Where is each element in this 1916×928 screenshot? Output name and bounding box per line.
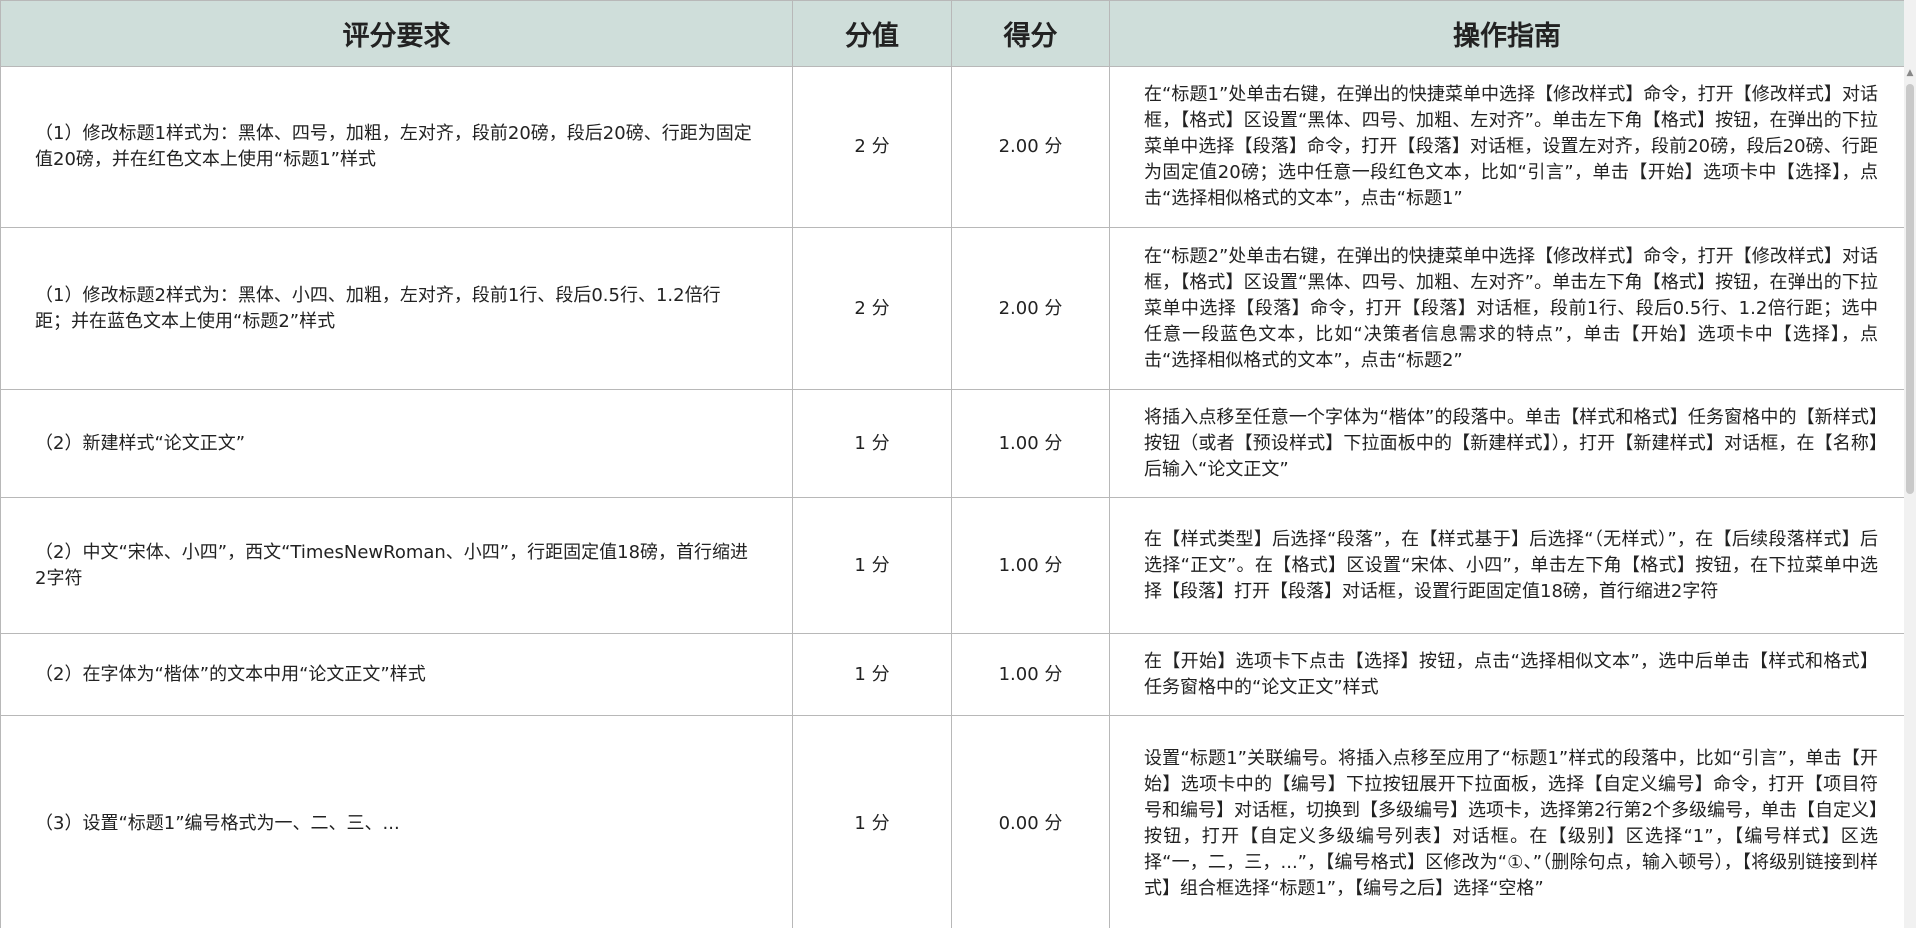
table-row: （2）中文“宋体、小四”，西文“TimesNewRoman、小四”，行距固定值1… [0, 497, 1905, 634]
scroll-up-arrow-icon[interactable]: ▲ [1904, 66, 1916, 80]
requirement-cell: （2）在字体为“楷体”的文本中用“论文正文”样式 [0, 633, 793, 716]
requirement-cell: （3）设置“标题1”编号格式为一、二、三、... [0, 715, 793, 928]
table-row: （3）设置“标题1”编号格式为一、二、三、... 1 分 0.00 分 设置“标… [0, 715, 1905, 928]
guide-cell: 在【开始】选项卡下点击【选择】按钮，点击“选择相似文本”，选中后单击【样式和格式… [1109, 633, 1905, 716]
table-row: （1）修改标题2样式为：黑体、小四、加粗，左对齐，段前1行、段后0.5行、1.2… [0, 227, 1905, 390]
vertical-scrollbar[interactable]: ▲ [1904, 0, 1916, 928]
obtained-score-cell: 0.00 分 [951, 715, 1110, 928]
requirement-cell: （2）中文“宋体、小四”，西文“TimesNewRoman、小四”，行距固定值1… [0, 497, 793, 634]
requirement-cell: （1）修改标题1样式为：黑体、四号，加粗，左对齐，段前20磅，段后20磅、行距为… [0, 66, 793, 228]
obtained-score-cell: 2.00 分 [951, 227, 1110, 390]
grading-table: 评分要求 分值 得分 操作指南 （1）修改标题1样式为：黑体、四号，加粗，左对齐… [0, 0, 1905, 928]
table-row: （2）在字体为“楷体”的文本中用“论文正文”样式 1 分 1.00 分 在【开始… [0, 633, 1905, 716]
header-guide: 操作指南 [1109, 0, 1905, 67]
guide-cell: 设置“标题1”关联编号。将插入点移至应用了“标题1”样式的段落中，比如“引言”，… [1109, 715, 1905, 928]
guide-cell: 在【样式类型】后选择“段落”，在【样式基于】后选择“（无样式）”，在【后续段落样… [1109, 497, 1905, 634]
obtained-score-cell: 2.00 分 [951, 66, 1110, 228]
score-cell: 1 分 [792, 497, 952, 634]
score-cell: 1 分 [792, 633, 952, 716]
obtained-score-cell: 1.00 分 [951, 633, 1110, 716]
obtained-score-cell: 1.00 分 [951, 497, 1110, 634]
table-row: （2）新建样式“论文正文” 1 分 1.00 分 将插入点移至任意一个字体为“楷… [0, 389, 1905, 498]
score-cell: 1 分 [792, 389, 952, 498]
score-cell: 2 分 [792, 66, 952, 228]
header-score: 分值 [792, 0, 952, 67]
score-cell: 2 分 [792, 227, 952, 390]
score-cell: 1 分 [792, 715, 952, 928]
obtained-score-cell: 1.00 分 [951, 389, 1110, 498]
guide-cell: 在“标题2”处单击右键，在弹出的快捷菜单中选择【修改样式】命令，打开【修改样式】… [1109, 227, 1905, 390]
table-header-row: 评分要求 分值 得分 操作指南 [0, 0, 1905, 67]
scrollbar-thumb[interactable] [1906, 84, 1914, 494]
guide-cell: 将插入点移至任意一个字体为“楷体”的段落中。单击【样式和格式】任务窗格中的【新样… [1109, 389, 1905, 498]
requirement-cell: （2）新建样式“论文正文” [0, 389, 793, 498]
guide-cell: 在“标题1”处单击右键，在弹出的快捷菜单中选择【修改样式】命令，打开【修改样式】… [1109, 66, 1905, 228]
requirement-cell: （1）修改标题2样式为：黑体、小四、加粗，左对齐，段前1行、段后0.5行、1.2… [0, 227, 793, 390]
table-row: （1）修改标题1样式为：黑体、四号，加粗，左对齐，段前20磅，段后20磅、行距为… [0, 66, 1905, 228]
grading-viewport: 评分要求 分值 得分 操作指南 （1）修改标题1样式为：黑体、四号，加粗，左对齐… [0, 0, 1916, 928]
header-requirement: 评分要求 [0, 0, 793, 67]
header-obtained: 得分 [951, 0, 1110, 67]
